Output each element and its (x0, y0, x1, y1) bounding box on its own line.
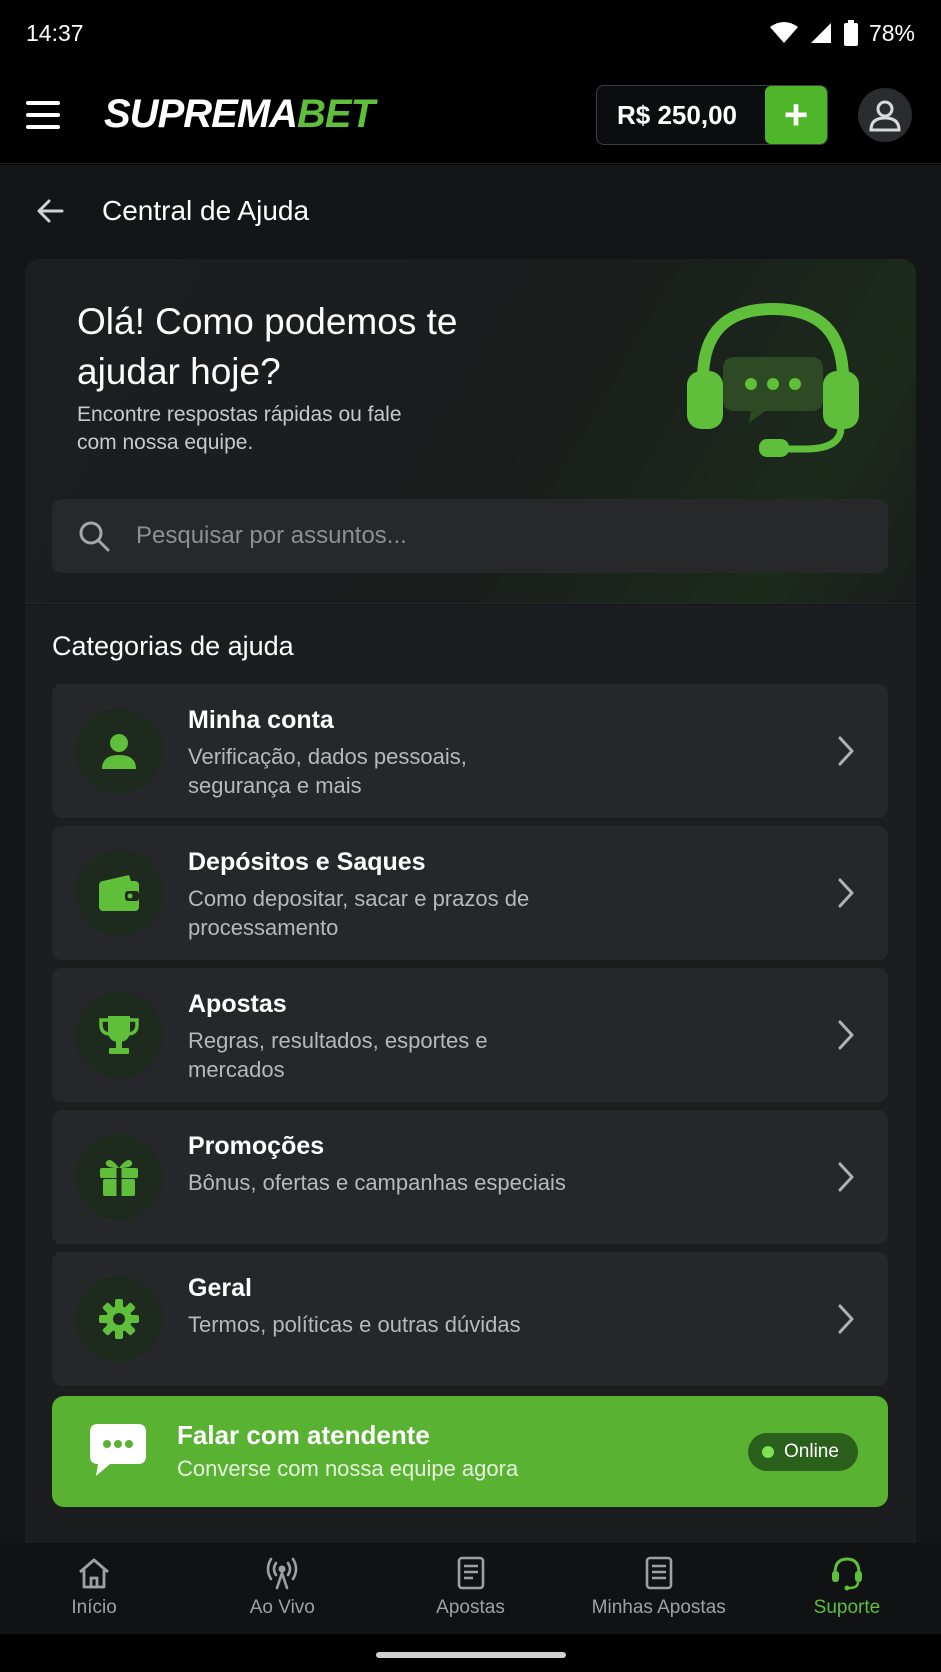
app-header: SUPREMABET R$ 250,00 + (0, 66, 941, 164)
category-item-minha-conta[interactable]: Minha conta Verificação, dados pessoais,… (52, 684, 888, 818)
search-input[interactable] (136, 522, 836, 550)
contact-agent-button[interactable]: Falar com atendente Converse com nossa e… (52, 1396, 888, 1507)
battery-icon (843, 20, 858, 46)
category-item-apostas[interactable]: Apostas Regras, resultados, esportes e m… (52, 968, 888, 1102)
category-icon-wrap (76, 1276, 162, 1362)
gear-icon (99, 1299, 139, 1339)
hero-card: Olá! Como podemos te ajudar hoje? Encont… (25, 259, 916, 604)
nav-label: Suporte (813, 1597, 881, 1618)
help-center-page: Central de Ajuda Olá! Como podemos te aj… (0, 165, 941, 1543)
search-bar[interactable] (52, 499, 888, 573)
user-icon (102, 734, 136, 769)
gift-icon (100, 1160, 138, 1196)
balance-box[interactable]: R$ 250,00 + (596, 85, 828, 145)
bottom-nav: Início Ao Vivo Apostas Minhas Apostas Su… (0, 1543, 941, 1634)
wifi-icon (769, 22, 798, 43)
contact-title: Falar com atendente (177, 1420, 430, 1450)
bets-icon (457, 1556, 484, 1590)
nav-item-apostas[interactable]: Apostas (376, 1543, 564, 1634)
page-title: Central de Ajuda (102, 195, 310, 226)
balance-value: R$ 250,00 (617, 99, 737, 130)
category-item-promocoes[interactable]: Promoções Bônus, ofertas e campanhas esp… (52, 1110, 888, 1244)
nav-item-ao-vivo[interactable]: Ao Vivo (188, 1543, 376, 1634)
chevron-right-icon (838, 736, 854, 766)
avatar-button[interactable] (858, 88, 912, 142)
search-icon (79, 521, 110, 552)
nav-item-suporte[interactable]: Suporte (753, 1543, 941, 1634)
logo-text-suprema: SUPREMA (104, 92, 298, 136)
nav-label: Início (71, 1597, 117, 1618)
categories-list: Minha conta Verificação, dados pessoais,… (52, 684, 888, 1394)
hero-subtitle: Encontre respostas rápidas ou fale com n… (77, 403, 402, 454)
hero-title: Olá! Como podemos te ajudar hoje? (77, 301, 458, 392)
status-bar: 14:37 78% (0, 0, 941, 66)
support-icon (831, 1557, 862, 1591)
gesture-handle[interactable] (376, 1652, 566, 1658)
categories-section: Categorias de ajuda Minha conta Verifica… (25, 605, 916, 1543)
headset-support-icon (687, 302, 859, 457)
menu-icon-line (26, 124, 60, 129)
wallet-icon (99, 875, 139, 911)
logo-text-bet: BET (297, 92, 375, 136)
category-icon-wrap (76, 1134, 162, 1220)
status-time: 14:37 (26, 19, 84, 46)
logo[interactable]: SUPREMABET (104, 92, 375, 137)
status-icons: 78% (769, 20, 915, 47)
back-button[interactable] (36, 196, 66, 226)
category-description: Bônus, ofertas e campanhas especiais (188, 1170, 566, 1195)
online-status-badge: Online (748, 1433, 858, 1471)
category-title: Apostas (188, 990, 287, 1018)
chevron-right-icon (838, 1020, 854, 1050)
contact-subtitle: Converse com nossa equipe agora (177, 1456, 519, 1481)
chevron-right-icon (838, 1304, 854, 1334)
category-description: Termos, políticas e outras dúvidas (188, 1312, 521, 1337)
category-title: Promoções (188, 1132, 325, 1160)
nav-item-inicio[interactable]: Início (0, 1543, 188, 1634)
arrow-left-icon (37, 199, 64, 223)
menu-button[interactable] (26, 89, 78, 141)
category-description: Verificação, dados pessoais, segurança e… (188, 744, 467, 798)
category-description: Regras, resultados, esportes e mercados (188, 1028, 488, 1082)
chat-bubble-icon (90, 1424, 146, 1476)
online-status-label: Online (784, 1441, 839, 1462)
category-description: Como depositar, sacar e prazos de proces… (188, 886, 530, 940)
page-header: Central de Ajuda (0, 165, 941, 257)
nav-label: Apostas (436, 1597, 505, 1618)
deposit-add-button[interactable]: + (765, 86, 827, 144)
menu-icon-line (26, 100, 60, 105)
category-item-depositos-saques[interactable]: Depósitos e Saques Como depositar, sacar… (52, 826, 888, 960)
nav-label: Minhas Apostas (591, 1597, 726, 1618)
trophy-icon (99, 1016, 139, 1054)
user-avatar-icon (869, 100, 901, 132)
online-dot-icon (762, 1446, 774, 1458)
chevron-right-icon (838, 878, 854, 908)
my-bets-icon (645, 1556, 673, 1590)
category-icon-wrap (76, 992, 162, 1078)
home-icon (79, 1558, 110, 1589)
category-icon-wrap (76, 708, 162, 794)
category-icon-wrap (76, 850, 162, 936)
nav-item-minhas-apostas[interactable]: Minhas Apostas (565, 1543, 753, 1634)
category-title: Geral (188, 1274, 252, 1302)
category-title: Depósitos e Saques (188, 848, 426, 876)
category-title: Minha conta (188, 706, 334, 734)
nav-label: Ao Vivo (249, 1597, 315, 1618)
menu-icon-line (26, 112, 60, 117)
chevron-right-icon (838, 1162, 854, 1192)
categories-heading: Categorias de ajuda (52, 631, 294, 661)
signal-icon (810, 23, 831, 43)
category-item-geral[interactable]: Geral Termos, políticas e outras dúvidas (52, 1252, 888, 1386)
live-icon (267, 1557, 298, 1590)
gesture-area (0, 1634, 941, 1672)
battery-level: 78% (868, 19, 915, 46)
